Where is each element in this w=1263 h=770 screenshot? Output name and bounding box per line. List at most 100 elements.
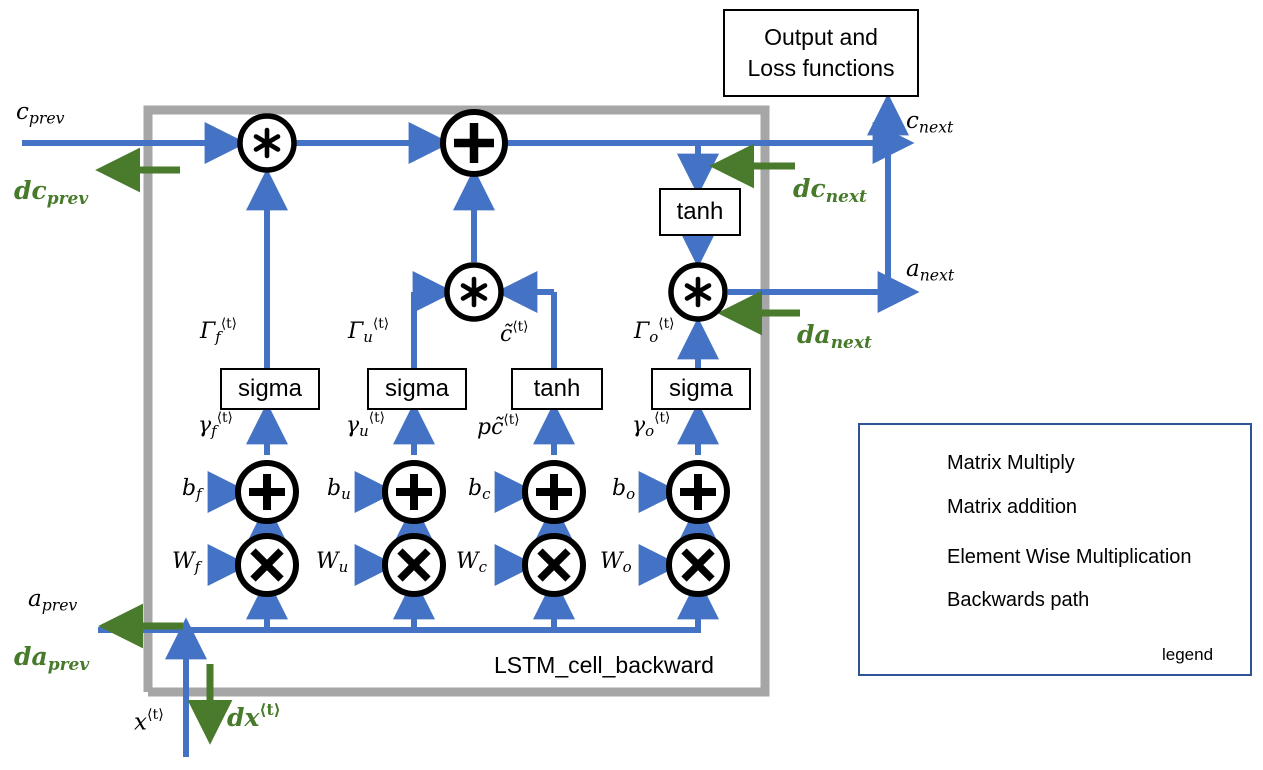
label-da-next: danext [797, 322, 872, 352]
gate-pre-label-candidate: pc̃⟨t⟩ [477, 412, 520, 440]
gate-out-label-forget: Γf⟨t⟩ [200, 316, 237, 345]
label-a-prev-sub: prev [41, 595, 78, 615]
weight-label-update-base: W [316, 549, 339, 574]
matrix-addition-node-output [666, 460, 730, 524]
bias-label-forget-base: b [182, 476, 197, 501]
gate-out-label-output-sup: ⟨t⟩ [658, 316, 675, 332]
label-da-next-base: da [797, 320, 831, 349]
bias-label-update-base: b [327, 476, 342, 501]
legend-label-matrix-addition: Matrix addition [947, 496, 1078, 518]
activation-box-forget[interactable]: sigma [220, 368, 320, 410]
weight-label-forget: Wf [172, 551, 200, 575]
cell-state-tanh-box[interactable]: tanh [659, 188, 741, 236]
bias-label-output: bo [612, 478, 635, 502]
gate-out-label-update: Γu⟨t⟩ [348, 316, 390, 346]
weight-label-update: Wu [316, 551, 348, 575]
gate-out-label-update-base: Γ [348, 318, 364, 344]
bias-label-candidate-sub: c [482, 485, 491, 504]
label-x-t-base: x [134, 709, 147, 736]
label-dc-next-sub: next [825, 186, 867, 207]
gate-out-label-candidate: c̃⟨t⟩ [500, 319, 529, 347]
label-a-prev: aprev [28, 588, 77, 613]
output-and-loss-line2: Loss functions [747, 55, 895, 81]
weight-label-output-base: W [600, 549, 623, 574]
label-dc-next: dcnext [793, 176, 867, 206]
elementwise-multiply-node-output [668, 262, 728, 322]
gate-out-label-output-sub: o [649, 328, 659, 346]
lstm-backward-diagram: sigma sigma tanh sigma tanh Output and L… [0, 0, 1263, 770]
weight-label-candidate: Wc [456, 551, 487, 575]
label-c-prev-sub: prev [28, 108, 65, 128]
elementwise-multiply-node-candidate [444, 262, 504, 322]
gate-pre-label-output-sup: ⟨t⟩ [654, 410, 671, 426]
legend-label-element-wise-multiplication: Element Wise Multiplication [947, 546, 1192, 568]
label-c-next-base: c [906, 108, 919, 134]
bias-label-update-sub: u [341, 485, 351, 504]
activation-box-candidate-label: tanh [533, 375, 581, 402]
gate-pre-label-forget-base: γ [198, 412, 212, 438]
label-a-next-base: a [906, 256, 920, 282]
label-c-next-sub: next [918, 117, 954, 137]
label-x-t-sup: ⟨t⟩ [146, 707, 164, 723]
weight-label-output-sub: o [622, 558, 632, 577]
gate-out-label-output-base: Γ [634, 318, 650, 344]
output-and-loss-line1: Output and [764, 24, 878, 50]
legend-label-matrix-multiply: Matrix Multiply [947, 452, 1075, 474]
label-dc-prev-sub: prev [46, 188, 89, 209]
gate-out-label-forget-sup: ⟨t⟩ [220, 316, 237, 332]
matrix-multiply-node-output [666, 533, 730, 597]
weight-label-update-sub: u [338, 558, 349, 577]
legend-caption: legend [1162, 645, 1214, 664]
bias-label-output-sub: o [626, 485, 636, 504]
lstm-cell-name-label: LSTM_cell_backward [494, 652, 714, 678]
gate-pre-label-update: γu⟨t⟩ [346, 411, 385, 440]
gate-out-label-candidate-sup: ⟨t⟩ [512, 319, 529, 335]
label-dx-t-base: dx [227, 703, 260, 733]
label-c-prev-base: c [16, 99, 29, 125]
label-da-next-sub: next [830, 332, 872, 353]
gate-pre-label-output-base: γ [632, 412, 646, 438]
label-dc-prev-base: dc [14, 176, 47, 205]
activation-box-output[interactable]: sigma [651, 368, 751, 410]
bias-label-forget: bf [182, 478, 202, 502]
label-c-next: cnext [906, 110, 953, 135]
gate-pre-label-update-base: γ [346, 412, 360, 438]
matrix-multiply-node-forget [235, 533, 299, 597]
elementwise-multiply-node-forget [237, 113, 297, 173]
label-a-next: anext [906, 258, 954, 283]
label-da-prev-sub: prev [47, 654, 90, 675]
gate-pre-label-output: γo⟨t⟩ [632, 410, 671, 440]
matrix-addition-node-forget [235, 460, 299, 524]
label-dx-t: dx⟨t⟩ [227, 702, 281, 730]
activation-box-output-label: sigma [668, 375, 734, 402]
legend-label-backwards-path: Backwards path [947, 589, 1090, 611]
matrix-addition-node-cellstate [440, 109, 508, 177]
label-a-next-sub: next [919, 265, 955, 285]
gate-pre-label-candidate-sup: ⟨t⟩ [503, 412, 520, 428]
gate-out-label-update-sub: u [363, 328, 373, 346]
label-a-prev-base: a [28, 586, 42, 612]
matrix-addition-node-candidate [522, 460, 586, 524]
activation-box-candidate[interactable]: tanh [511, 368, 603, 410]
activation-box-update[interactable]: sigma [367, 368, 467, 410]
activation-box-update-label: sigma [384, 375, 450, 402]
bias-label-candidate-base: b [468, 476, 483, 501]
matrix-multiply-node-candidate [522, 533, 586, 597]
output-and-loss-box[interactable]: Output and Loss functions [723, 9, 919, 97]
matrix-multiply-node-update [382, 533, 446, 597]
label-da-prev: daprev [14, 644, 89, 674]
label-x-t: x⟨t⟩ [134, 708, 164, 734]
activation-box-forget-label: sigma [237, 375, 303, 402]
gate-out-label-candidate-base: c̃ [500, 321, 513, 347]
bias-label-update: bu [327, 478, 351, 502]
gate-out-label-update-sup: ⟨t⟩ [372, 316, 390, 332]
gate-out-label-forget-base: Γ [200, 318, 216, 344]
label-dc-next-base: dc [793, 174, 826, 203]
gate-pre-label-candidate-base: pc̃ [477, 414, 504, 440]
gate-out-label-output: Γo⟨t⟩ [634, 316, 675, 346]
weight-label-output: Wo [600, 551, 632, 575]
gate-pre-label-update-sub: u [359, 422, 369, 440]
weight-label-candidate-sub: c [478, 558, 487, 577]
bias-label-candidate: bc [468, 478, 490, 502]
gate-pre-label-output-sub: o [645, 422, 655, 440]
